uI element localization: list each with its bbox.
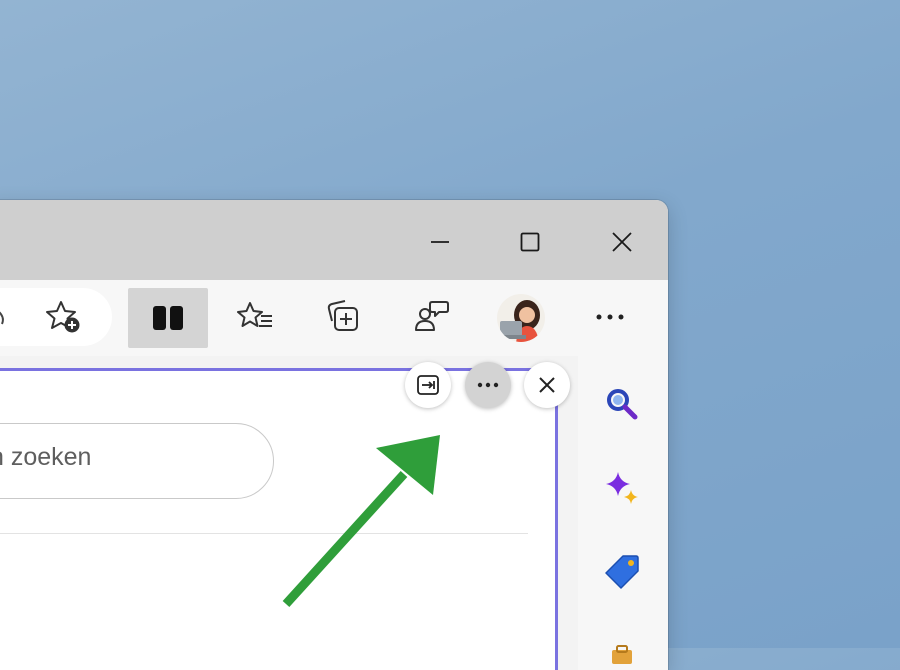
browser-window: n zoeken (0, 200, 668, 670)
divider (0, 533, 528, 534)
add-favorite-button[interactable] (42, 297, 86, 337)
shopping-tag-icon (605, 555, 639, 589)
search-placeholder-text: n zoeken (0, 443, 92, 471)
open-in-new-tab-icon (417, 375, 439, 395)
maximize-icon (520, 232, 540, 252)
more-options-icon (477, 382, 499, 388)
address-bar[interactable] (0, 288, 112, 346)
copilot-icon (606, 472, 638, 504)
close-icon (612, 232, 632, 252)
more-options-icon (596, 314, 624, 320)
feedback-icon (415, 301, 449, 331)
split-screen-icon (153, 306, 183, 330)
tools-icon (612, 645, 632, 664)
minimize-icon (431, 241, 449, 243)
read-aloud-button[interactable] (0, 297, 10, 337)
split-screen-pane[interactable]: n zoeken (0, 368, 558, 670)
add-favorite-icon (46, 301, 80, 333)
search-icon (607, 389, 638, 420)
sidebar-item-search[interactable] (600, 382, 644, 426)
split-screen-button[interactable] (128, 288, 208, 348)
browser-toolbar (0, 280, 668, 355)
pane-close-button[interactable] (524, 362, 570, 408)
sidebar (578, 356, 668, 670)
read-aloud-icon (0, 311, 4, 325)
sidebar-item-shopping[interactable] (600, 550, 644, 594)
collections-icon (327, 300, 358, 331)
maximize-button[interactable] (508, 222, 552, 262)
pane-more-options-button[interactable] (465, 362, 511, 408)
close-button[interactable] (600, 222, 644, 262)
minimize-button[interactable] (418, 222, 462, 262)
favorites-icon (237, 302, 272, 327)
profile-button[interactable] (496, 293, 546, 343)
sidebar-item-tools[interactable] (600, 632, 644, 670)
sidebar-item-copilot[interactable] (600, 466, 644, 510)
settings-more-button[interactable] (588, 294, 632, 340)
profile-avatar (497, 294, 545, 342)
title-bar (0, 200, 668, 280)
favorites-button[interactable] (234, 294, 278, 340)
feedback-button[interactable] (410, 294, 454, 340)
open-in-new-tab-button[interactable] (405, 362, 451, 408)
collections-button[interactable] (322, 294, 366, 340)
close-icon (539, 377, 555, 393)
